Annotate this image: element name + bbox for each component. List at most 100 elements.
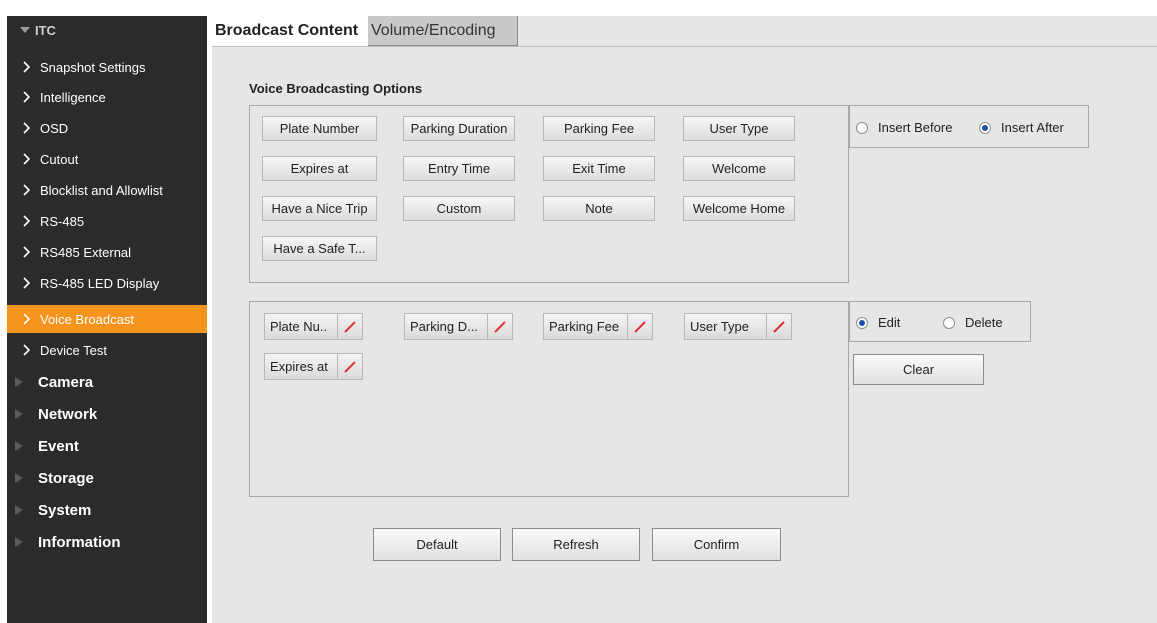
sidebar-item-voice-broadcast[interactable]: Voice Broadcast (7, 305, 207, 333)
sidebar-item-osd[interactable]: OSD (7, 114, 207, 142)
sidebar-item-label: Blocklist and Allowlist (40, 182, 163, 198)
sidebar-item-rs485[interactable]: RS-485 (7, 207, 207, 235)
tab-divider (212, 46, 1157, 47)
pencil-icon[interactable] (628, 314, 652, 339)
tab-volume-encoding[interactable]: Volume/Encoding (368, 16, 518, 46)
sidebar-item-label: System (38, 501, 92, 519)
insert-after-label: Insert After (1001, 120, 1064, 135)
edit-radio[interactable] (856, 316, 868, 329)
chevron-right-icon (23, 184, 31, 196)
sidebar-item-snapshot-settings[interactable]: Snapshot Settings (7, 53, 207, 81)
selected-chip-expires-at[interactable]: Expires at (264, 353, 363, 380)
option-parking-duration-button[interactable]: Parking Duration (403, 116, 515, 141)
chevron-right-icon (23, 153, 31, 165)
default-button[interactable]: Default (373, 528, 501, 561)
sidebar-item-intelligence[interactable]: Intelligence (7, 83, 207, 111)
selected-chip-parking-fee[interactable]: Parking Fee (543, 313, 653, 340)
chip-label: Parking D... (405, 314, 489, 339)
insert-before-radio[interactable] (856, 121, 868, 134)
sidebar-item-cutout[interactable]: Cutout (7, 145, 207, 173)
sidebar-item-label: RS485 External (40, 244, 132, 260)
option-note-button[interactable]: Note (543, 196, 655, 221)
refresh-button[interactable]: Refresh (512, 528, 640, 561)
pencil-icon[interactable] (767, 314, 791, 339)
sidebar-item-rs485-led-display[interactable]: RS-485 LED Display (7, 269, 207, 297)
sidebar-item-rs485-external[interactable]: RS485 External (7, 238, 207, 266)
option-plate-number-button[interactable]: Plate Number (262, 116, 377, 141)
sidebar-item-blocklist-allowlist[interactable]: Blocklist and Allowlist (7, 176, 207, 204)
triangle-right-icon (15, 505, 23, 515)
sidebar-item-network[interactable]: Network (7, 400, 207, 428)
sidebar-item-system[interactable]: System (7, 496, 207, 524)
sidebar-item-label: Intelligence (40, 89, 106, 105)
clear-button[interactable]: Clear (853, 354, 984, 385)
sidebar-item-device-test[interactable]: Device Test (7, 336, 207, 364)
chevron-right-icon (23, 277, 31, 289)
option-user-type-button[interactable]: User Type (683, 116, 795, 141)
sidebar-item-label: Storage (38, 469, 94, 487)
chevron-right-icon (23, 122, 31, 134)
sidebar-item-storage[interactable]: Storage (7, 464, 207, 492)
selected-chip-parking-duration[interactable]: Parking D... (404, 313, 513, 340)
option-welcome-home-button[interactable]: Welcome Home (683, 196, 795, 221)
delete-option[interactable]: Delete (943, 315, 1003, 330)
chip-label: Expires at (265, 354, 339, 379)
edit-label: Edit (878, 315, 901, 330)
options-panel: Plate Number Parking Duration Parking Fe… (249, 105, 849, 283)
edit-mode-panel: Edit Delete (849, 301, 1031, 342)
triangle-right-icon (15, 409, 23, 419)
triangle-right-icon (15, 377, 23, 387)
sidebar-item-information[interactable]: Information (7, 528, 207, 556)
option-welcome-button[interactable]: Welcome (683, 156, 795, 181)
insert-after-option[interactable]: Insert After (979, 120, 1064, 135)
delete-radio[interactable] (943, 316, 955, 329)
pencil-icon[interactable] (338, 314, 362, 339)
sidebar-item-label: Network (38, 405, 98, 423)
triangle-right-icon (15, 441, 23, 451)
sidebar-item-label: Device Test (40, 342, 107, 358)
chevron-right-icon (23, 91, 31, 103)
insert-after-radio[interactable] (979, 121, 991, 134)
tab-bar: Broadcast Content Volume/Encoding (212, 16, 518, 46)
sidebar-item-camera[interactable]: Camera (7, 368, 207, 396)
selected-chip-plate-number[interactable]: Plate Nu.. (264, 313, 363, 340)
chevron-right-icon (23, 344, 31, 356)
sidebar-item-label: Camera (38, 373, 94, 391)
triangle-right-icon (15, 473, 23, 483)
option-have-a-nice-trip-button[interactable]: Have a Nice Trip (262, 196, 377, 221)
insert-position-panel: Insert Before Insert After (849, 105, 1089, 148)
edit-option[interactable]: Edit (856, 315, 900, 330)
sidebar-item-label: Event (38, 437, 79, 455)
option-parking-fee-button[interactable]: Parking Fee (543, 116, 655, 141)
content-area: Broadcast Content Volume/Encoding Voice … (212, 16, 1157, 623)
delete-label: Delete (965, 315, 1003, 330)
selected-chip-user-type[interactable]: User Type (684, 313, 792, 340)
section-title: Voice Broadcasting Options (249, 81, 423, 96)
insert-before-option[interactable]: Insert Before (856, 120, 952, 135)
insert-before-label: Insert Before (878, 120, 953, 135)
sidebar-item-label: Voice Broadcast (40, 311, 134, 327)
sidebar-item-event[interactable]: Event (7, 432, 207, 460)
chip-label: Parking Fee (544, 314, 629, 339)
sidebar: ITC Snapshot Settings Intelligence OSD C… (7, 16, 207, 623)
option-custom-button[interactable]: Custom (403, 196, 515, 221)
triangle-right-icon (15, 537, 23, 547)
pencil-icon[interactable] (488, 314, 512, 339)
chevron-right-icon (23, 215, 31, 227)
chevron-right-icon (23, 246, 31, 258)
sidebar-section-itc[interactable]: ITC (7, 16, 207, 44)
confirm-button[interactable]: Confirm (652, 528, 781, 561)
sidebar-item-label: Cutout (40, 151, 79, 167)
sidebar-item-label: OSD (40, 120, 69, 136)
sidebar-item-label: Information (38, 533, 121, 551)
chevron-right-icon (23, 313, 31, 325)
sidebar-item-label: RS-485 (40, 213, 85, 229)
pencil-icon[interactable] (338, 354, 362, 379)
sidebar-item-label: RS-485 LED Display (40, 275, 160, 291)
option-entry-time-button[interactable]: Entry Time (403, 156, 515, 181)
option-expires-at-button[interactable]: Expires at (262, 156, 377, 181)
option-exit-time-button[interactable]: Exit Time (543, 156, 655, 181)
option-have-a-safe-trip-button[interactable]: Have a Safe T... (262, 236, 377, 261)
selected-items-panel: Plate Nu.. Parking D... Parking Fee User… (249, 301, 849, 497)
tab-broadcast-content[interactable]: Broadcast Content (212, 16, 368, 46)
